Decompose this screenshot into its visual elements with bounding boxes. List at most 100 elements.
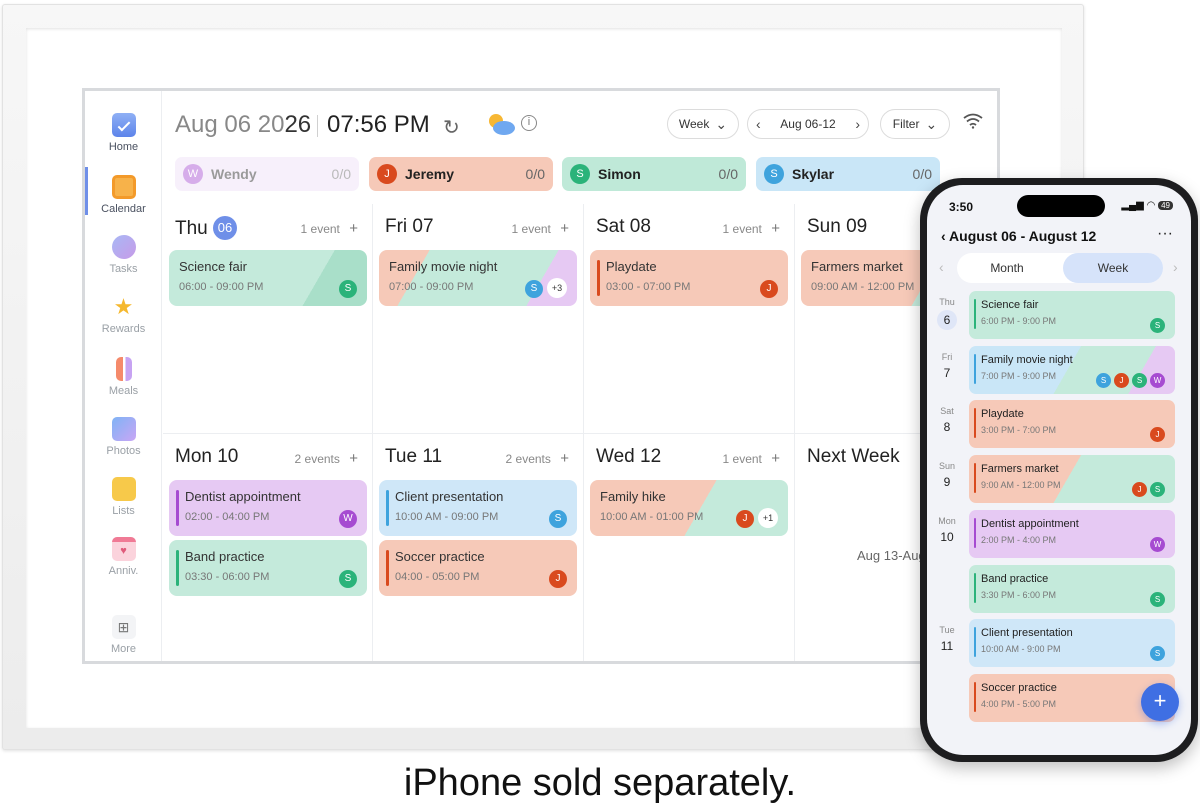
event-card[interactable]: Soccer practice 04:00 - 05:00 PM J (379, 540, 577, 596)
avatar: J (1150, 427, 1165, 443)
wifi-icon (963, 113, 983, 134)
filter-button[interactable]: Filter ⌄ (880, 109, 950, 139)
event-time: 4:00 PM - 5:00 PM (981, 698, 1057, 709)
event-card[interactable]: Band practice 03:30 - 06:00 PM S (169, 540, 367, 596)
day-cell[interactable]: Wed 12 1 event + (584, 434, 795, 661)
prev-week-button[interactable]: ‹ (756, 116, 761, 132)
member-chip[interactable]: S Simon 0/0 (562, 157, 746, 191)
event-card[interactable]: Dentist appointment 02:00 - 04:00 PM W (169, 480, 367, 536)
date-suffix: 26 (284, 111, 312, 138)
refresh-icon[interactable]: ↻ (443, 115, 460, 140)
add-event-icon[interactable]: + (349, 220, 358, 237)
tab-month[interactable]: Month (957, 253, 1057, 283)
day-cell[interactable]: Fri 07 1 event + (373, 204, 584, 434)
date-range-label: Aug 06-12 (780, 117, 836, 131)
event-title: Soccer practice (395, 549, 485, 564)
member-name: Simon (598, 166, 641, 182)
sidebar-item-calendar[interactable]: Calendar (85, 167, 162, 231)
more-icon[interactable]: ··· (1157, 225, 1173, 243)
day-number: 10 (940, 529, 954, 544)
event-color-bar (974, 627, 976, 658)
add-event-icon[interactable]: + (560, 220, 569, 237)
add-event-icon[interactable]: + (349, 450, 358, 467)
phone-event-card[interactable]: Farmers market 9:00 AM - 12:00 PM S J (969, 455, 1175, 504)
avatar: J (1132, 482, 1147, 498)
day-number: 9 (943, 475, 951, 490)
back-chevron-icon[interactable]: ‹ (941, 228, 949, 244)
add-event-button[interactable]: + (1141, 683, 1179, 721)
next-arrow-icon[interactable]: › (1173, 259, 1178, 275)
event-card[interactable]: Playdate 03:00 - 07:00 PM J (590, 250, 788, 306)
event-time: 10:00 AM - 9:00 PM (981, 644, 1061, 655)
event-title: Band practice (185, 549, 265, 564)
event-title: Farmers market (981, 463, 1059, 476)
member-chip[interactable]: S Skylar 0/0 (756, 157, 940, 191)
header-divider (317, 115, 318, 137)
sidebar-item-tasks[interactable]: Tasks (85, 235, 162, 291)
add-event-icon[interactable]: + (771, 220, 780, 237)
day-label: Wed 12 (596, 446, 662, 467)
add-event-icon[interactable]: + (560, 450, 569, 467)
phone-title[interactable]: ‹ August 06 - August 12 (941, 228, 1096, 244)
day-label: Tue 11 (385, 446, 443, 467)
phone-event-card[interactable]: Dentist appointment 2:00 PM - 4:00 PM W (969, 509, 1175, 558)
event-color-bar (974, 408, 976, 439)
phone-event-card[interactable]: Family movie night 7:00 PM - 9:00 PM W S J S (969, 345, 1175, 394)
sidebar-item-more[interactable]: ⊞ More (85, 615, 162, 661)
event-card[interactable]: Client presentation 10:00 AM - 09:00 PM S (379, 480, 577, 536)
tab-week[interactable]: Week (1063, 253, 1163, 283)
event-title: Science fair (981, 299, 1039, 311)
phone-event-card[interactable]: Playdate 3:00 PM - 7:00 PM J (969, 400, 1175, 449)
sidebar-item-meals[interactable]: Meals (85, 357, 162, 413)
member-name: Wendy (211, 166, 257, 182)
weather-icon (485, 111, 517, 137)
product-image: Home Calendar Tasks ★ Rewards Meals Phot… (0, 0, 1200, 808)
sidebar-item-photos[interactable]: Photos (85, 417, 162, 473)
week-grid: Thu 06 1 event + Fri 07 1 event + Sat 08 1 ev… (163, 204, 997, 661)
filter-label: Filter (892, 117, 920, 131)
event-card[interactable]: Science fair 06:00 - 09:00 PM S (169, 250, 367, 306)
add-event-icon[interactable]: + (771, 450, 780, 467)
phone-event-card[interactable]: Science fair 6:00 PM - 9:00 PM S (969, 291, 1175, 339)
prev-arrow-icon[interactable]: ‹ (939, 259, 944, 275)
event-title: Client presentation (395, 489, 504, 504)
sidebar-item-home[interactable]: Home (85, 113, 162, 169)
event-time: 10:00 AM - 09:00 PM (395, 511, 499, 523)
event-time: 3:00 PM - 7:00 PM (981, 425, 1057, 436)
phone-event-card[interactable]: Client presentation 10:00 AM - 9:00 PM S (969, 619, 1175, 668)
phone-screen: 3:50 ▂▄▆ ◠ 49 ‹ August 06 - August 12 ··… (927, 185, 1191, 755)
event-card[interactable]: Family movie night 07:00 - 09:00 PM +3 S (379, 250, 577, 306)
event-title: Playdate (606, 259, 657, 274)
avatar: S (339, 570, 357, 588)
member-chip[interactable]: W Wendy 0/0 (175, 157, 359, 191)
member-count: 0/0 (525, 166, 545, 182)
sidebar-item-lists[interactable]: Lists (85, 477, 162, 533)
next-week-button[interactable]: › (855, 116, 860, 132)
avatar: J (760, 280, 778, 298)
check-circle-icon (111, 235, 136, 259)
more-attendees: +3 (547, 278, 567, 298)
phone-day-label: Thu 6 (933, 297, 961, 330)
phone-status-icons: ▂▄▆ ◠ 49 (1121, 200, 1173, 211)
day-cell[interactable]: Sat 08 1 event + (584, 204, 795, 434)
member-name: Skylar (792, 166, 835, 182)
event-count: 1 event + (722, 220, 780, 237)
utensils-icon (115, 357, 132, 381)
day-number: 11 (940, 639, 954, 654)
sidebar: Home Calendar Tasks ★ Rewards Meals Phot… (85, 91, 162, 661)
view-toggle: Month Week (957, 253, 1163, 283)
member-chip[interactable]: J Jeremy 0/0 (369, 157, 553, 191)
avatar: S (1150, 482, 1165, 498)
day-cell[interactable]: Thu 06 1 event + (163, 204, 373, 434)
phone-event-card[interactable]: Band practice 3:30 PM - 6:00 PM S (969, 564, 1175, 613)
date-prefix: Aug 06 20 (175, 111, 285, 138)
sidebar-item-rewards[interactable]: ★ Rewards (85, 295, 162, 351)
event-card[interactable]: Family hike 10:00 AM - 01:00 PM +1 J (590, 480, 788, 536)
weekday: Mon (938, 515, 956, 526)
view-select[interactable]: Week ⌄ (667, 109, 739, 139)
info-icon[interactable]: i (521, 115, 537, 131)
sidebar-item-anniversary[interactable]: ♥ Anniv. (85, 537, 162, 593)
calendar-check-icon (111, 113, 136, 137)
event-count: 1 event + (300, 220, 358, 237)
phone-clock: 3:50 (949, 200, 974, 214)
